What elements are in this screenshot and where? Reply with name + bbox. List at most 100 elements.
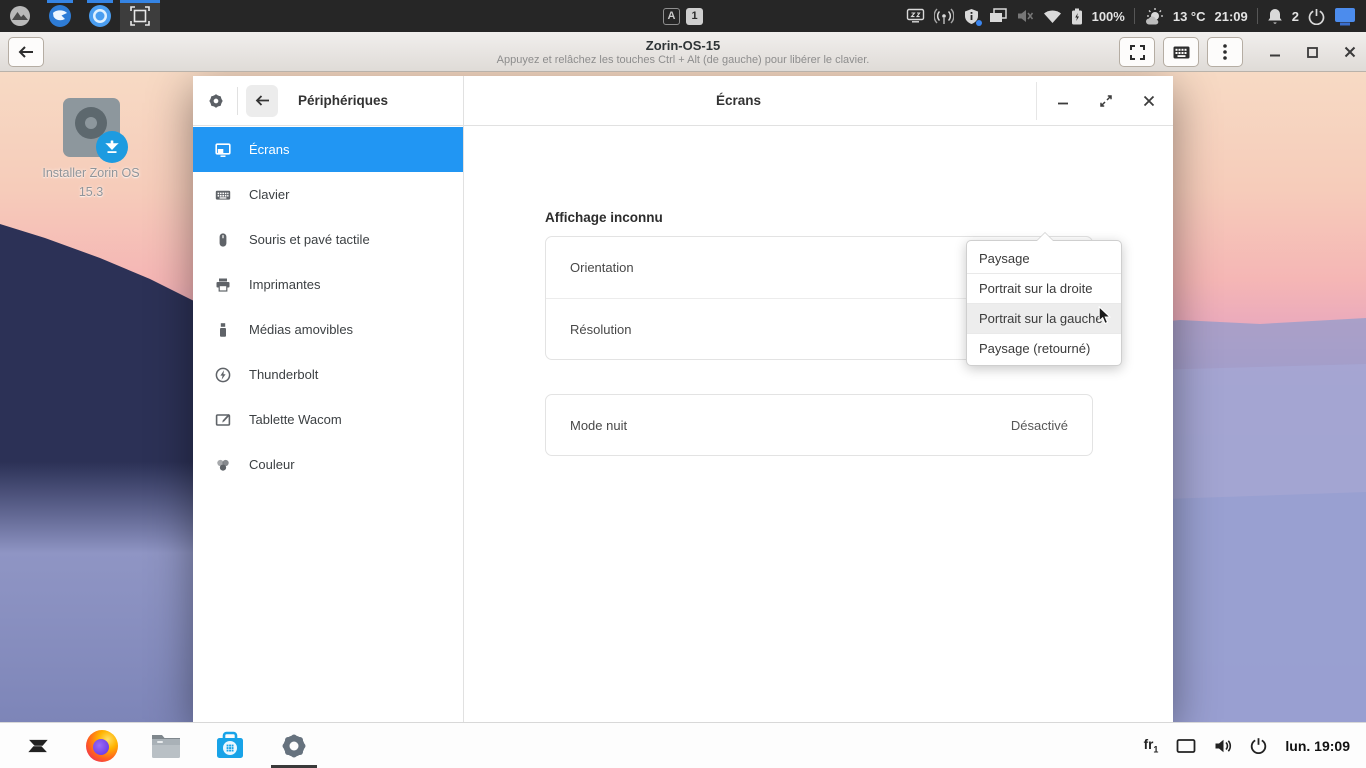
taskbar-settings[interactable] bbox=[262, 723, 326, 768]
dropdown-option-portrait-droite[interactable]: Portrait sur la droite bbox=[967, 273, 1121, 303]
workspace-indicator[interactable]: 1 bbox=[686, 8, 703, 25]
sidebar-item-label: Souris et pavé tactile bbox=[249, 232, 370, 247]
host-app-virt-viewer[interactable] bbox=[120, 0, 160, 32]
running-indicator bbox=[120, 0, 160, 3]
host-top-bar: A 1 100 bbox=[0, 0, 1366, 32]
taskbar-clock[interactable]: lun. 19:09 bbox=[1285, 738, 1350, 754]
vm-maximize-button[interactable] bbox=[1307, 47, 1318, 58]
notification-bell-icon[interactable] bbox=[1267, 8, 1283, 25]
wacom-tablet-icon bbox=[215, 412, 231, 428]
settings-gear-icon bbox=[207, 92, 225, 110]
settings-close-button[interactable] bbox=[1143, 95, 1155, 107]
blue-display-tray-icon[interactable] bbox=[1334, 7, 1356, 26]
settings-content: Affichage inconnu Orientation Paysage Ré… bbox=[464, 126, 1173, 722]
settings-headerbar-left: Périphériques bbox=[193, 76, 464, 125]
vm-back-button[interactable] bbox=[8, 37, 44, 67]
wifi-icon[interactable] bbox=[1043, 9, 1062, 24]
running-indicator bbox=[47, 0, 73, 3]
power-icon[interactable] bbox=[1308, 8, 1325, 25]
tray-separator bbox=[1134, 8, 1135, 24]
shield-status-dot bbox=[976, 20, 982, 26]
installer-drive-icon bbox=[63, 98, 120, 157]
vm-window-controls bbox=[1269, 46, 1356, 58]
running-indicator bbox=[87, 0, 113, 3]
download-badge-icon bbox=[96, 131, 128, 163]
settings-section-title: Périphériques bbox=[298, 93, 388, 108]
removable-media-icon bbox=[215, 322, 231, 338]
sidebar-item-tablette-wacom[interactable]: Tablette Wacom bbox=[193, 397, 463, 442]
host-app-chromium[interactable] bbox=[80, 0, 120, 32]
sidebar-item-label: Couleur bbox=[249, 457, 295, 472]
dropdown-option-portrait-gauche[interactable]: Portrait sur la gauche bbox=[967, 303, 1121, 333]
taskbar-software[interactable] bbox=[198, 723, 262, 768]
notification-count: 2 bbox=[1292, 9, 1299, 24]
settings-page-title: Écrans bbox=[464, 93, 1013, 108]
sidebar-item-clavier[interactable]: Clavier bbox=[193, 172, 463, 217]
vm-menu-button[interactable] bbox=[1207, 37, 1243, 67]
printer-icon bbox=[215, 277, 231, 293]
sidebar-item-imprimantes[interactable]: Imprimantes bbox=[193, 262, 463, 307]
weather-icon[interactable] bbox=[1144, 7, 1164, 25]
broadcast-icon[interactable] bbox=[934, 8, 954, 25]
caffeine-icon[interactable] bbox=[906, 8, 925, 24]
host-app-photos[interactable] bbox=[0, 0, 40, 32]
display-section-title: Affichage inconnu bbox=[545, 210, 663, 225]
volume-tray-icon[interactable] bbox=[1214, 738, 1232, 754]
window-controls-divider bbox=[1036, 82, 1037, 120]
sidebar-item-ecrans[interactable]: Écrans bbox=[193, 127, 463, 172]
security-shield-icon[interactable] bbox=[963, 8, 980, 25]
chromium-icon bbox=[88, 4, 112, 28]
software-store-icon bbox=[214, 731, 246, 761]
sidebar-item-couleur[interactable]: Couleur bbox=[193, 442, 463, 487]
settings-restore-button[interactable] bbox=[1099, 94, 1113, 108]
host-app-thunderbird[interactable] bbox=[40, 0, 80, 32]
settings-headerbar-main: Écrans bbox=[464, 76, 1173, 125]
vm-minimize-button[interactable] bbox=[1269, 46, 1281, 58]
taskbar-apps bbox=[0, 723, 326, 768]
sidebar-item-medias-amovibles[interactable]: Médias amovibles bbox=[193, 307, 463, 352]
night-mode-card: Mode nuit Désactivé bbox=[545, 394, 1093, 456]
resolution-label: Résolution bbox=[570, 322, 631, 337]
power-tray-icon[interactable] bbox=[1250, 737, 1267, 754]
installer-desktop-icon[interactable]: Installer Zorin OS 15.3 bbox=[42, 98, 140, 203]
keyboard-layout-indicator[interactable]: fr1 bbox=[1144, 737, 1159, 755]
firefox-icon bbox=[86, 730, 118, 762]
night-mode-label: Mode nuit bbox=[570, 418, 627, 433]
sidebar-item-thunderbolt[interactable]: Thunderbolt bbox=[193, 352, 463, 397]
keyboard-layout-indicator[interactable]: A bbox=[663, 8, 680, 25]
display-icon bbox=[215, 142, 231, 158]
settings-back-button[interactable] bbox=[246, 85, 278, 117]
display-tray-icon[interactable] bbox=[1176, 738, 1196, 754]
sidebar-item-label: Médias amovibles bbox=[249, 322, 353, 337]
settings-minimize-button[interactable] bbox=[1057, 95, 1069, 107]
battery-icon[interactable] bbox=[1071, 8, 1083, 25]
virt-viewer-icon bbox=[129, 5, 151, 27]
dropdown-option-paysage[interactable]: Paysage bbox=[967, 243, 1121, 273]
battery-percent: 100% bbox=[1092, 9, 1125, 24]
settings-body: Écrans Clavier Souris et pavé tactile bbox=[193, 126, 1173, 722]
muted-speaker-icon[interactable] bbox=[1016, 8, 1034, 24]
host-system-tray: 100% 13 °C 21:09 2 bbox=[906, 0, 1366, 32]
taskbar-firefox[interactable] bbox=[70, 723, 134, 768]
taskbar-files[interactable] bbox=[134, 723, 198, 768]
host-clock[interactable]: 21:09 bbox=[1215, 9, 1248, 24]
sidebar-item-label: Imprimantes bbox=[249, 277, 321, 292]
dropdown-option-paysage-retourne[interactable]: Paysage (retourné) bbox=[967, 333, 1121, 363]
sidebar-item-label: Clavier bbox=[249, 187, 289, 202]
night-mode-value[interactable]: Désactivé bbox=[1011, 418, 1068, 433]
windows-stack-icon[interactable] bbox=[989, 8, 1007, 24]
taskbar-zorin-menu[interactable] bbox=[6, 723, 70, 768]
thunderbolt-icon bbox=[215, 367, 231, 383]
night-mode-row[interactable]: Mode nuit Désactivé bbox=[546, 395, 1092, 456]
orientation-dropdown: Paysage Portrait sur la droite Portrait … bbox=[966, 240, 1122, 366]
vm-keyboard-button[interactable] bbox=[1163, 37, 1199, 67]
host-running-apps bbox=[0, 0, 160, 32]
vm-titlebar: Zorin-OS-15 Appuyez et relâchez les touc… bbox=[0, 32, 1366, 72]
active-app-indicator bbox=[271, 765, 317, 768]
thunderbird-icon bbox=[48, 4, 72, 28]
temperature-label: 13 °C bbox=[1173, 9, 1206, 24]
sidebar-item-souris[interactable]: Souris et pavé tactile bbox=[193, 217, 463, 262]
vm-close-button[interactable] bbox=[1344, 46, 1356, 58]
mouse-icon bbox=[215, 232, 231, 248]
vm-fullscreen-button[interactable] bbox=[1119, 37, 1155, 67]
